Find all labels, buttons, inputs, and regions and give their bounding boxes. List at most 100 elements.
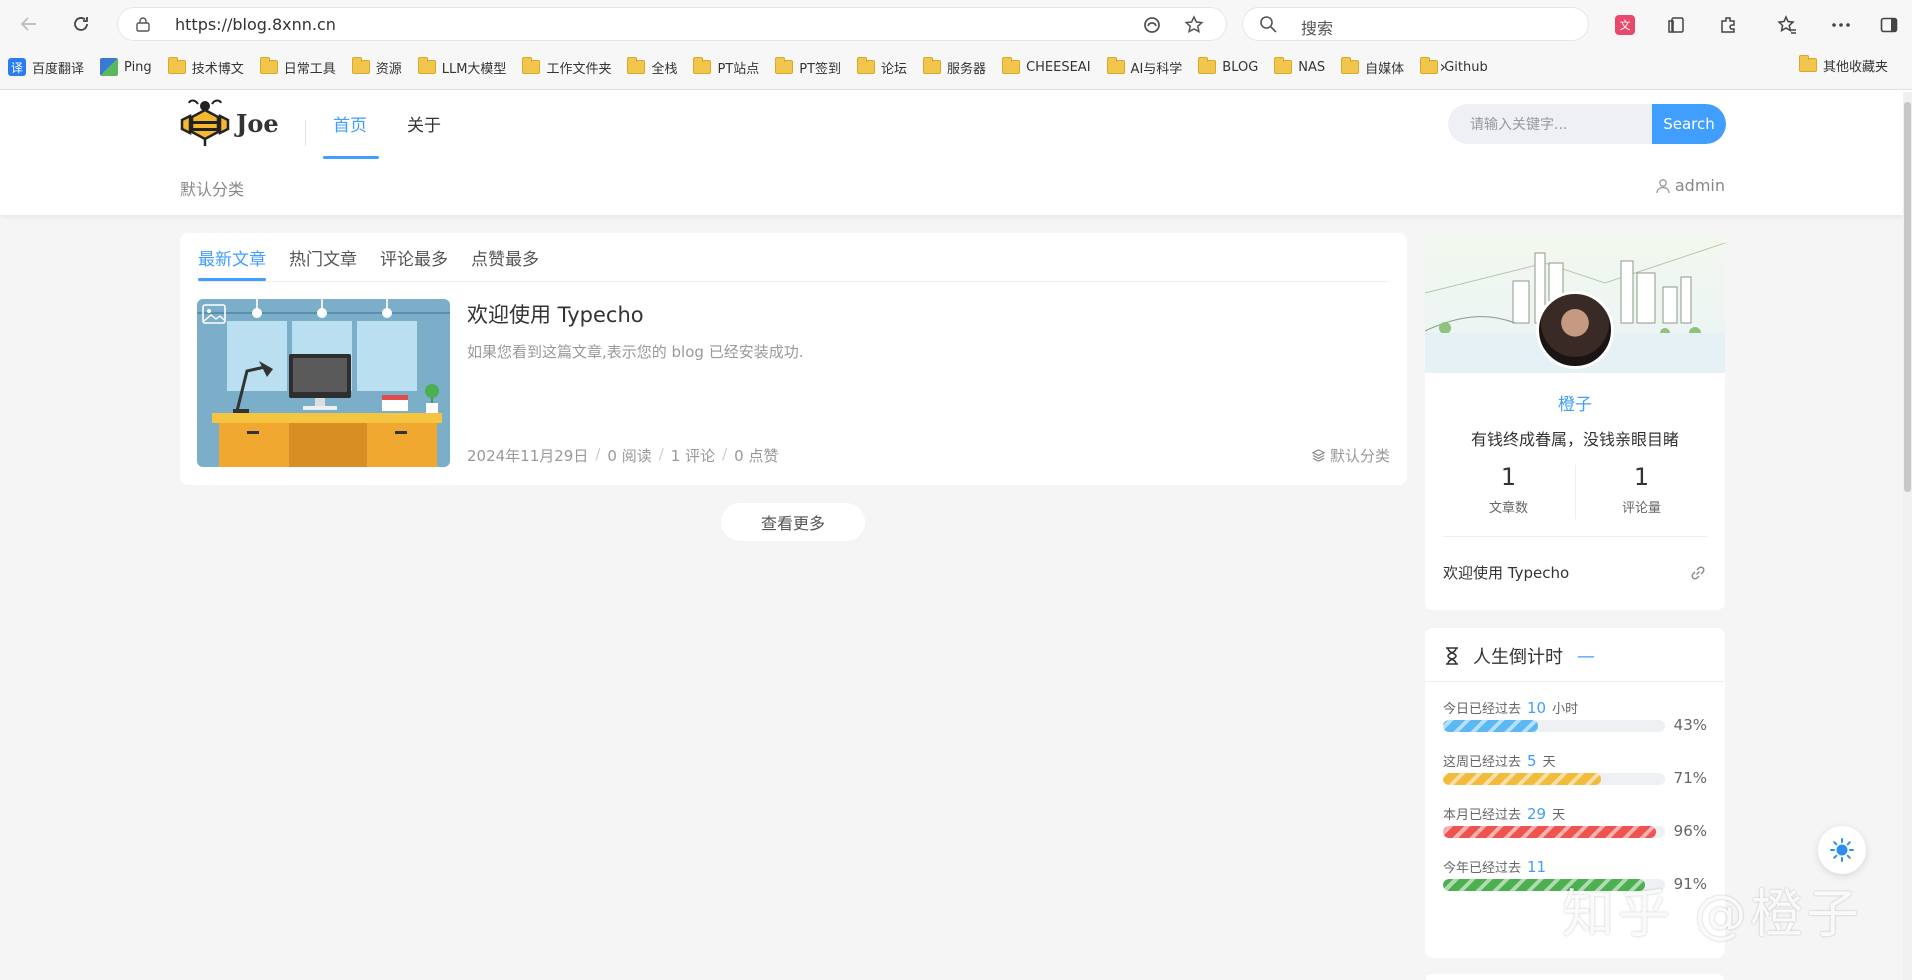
countdown-title: 人生倒计时 xyxy=(1473,647,1563,668)
bee-logo-icon xyxy=(180,99,230,146)
user-icon xyxy=(1656,178,1670,193)
countdown-progress-track xyxy=(1443,720,1665,732)
refresh-icon xyxy=(74,17,88,31)
post-title[interactable]: 欢迎使用 Typecho xyxy=(467,299,644,329)
bookmark-item[interactable]: 全栈 xyxy=(619,54,685,80)
site-header: Joe 首页 关于 请输入关键字... Search 默认分类 admin xyxy=(0,90,1912,215)
page-scrollbar[interactable] xyxy=(1903,92,1912,980)
folder-icon xyxy=(351,57,370,74)
bookmarks-overflow-chevron-icon[interactable]: › xyxy=(1440,57,1446,76)
bookmark-item[interactable]: BLOG xyxy=(1190,54,1266,80)
site-logo[interactable]: Joe xyxy=(180,98,279,148)
tab-latest[interactable]: 最新文章 xyxy=(198,233,266,281)
scrollbar-thumb[interactable] xyxy=(1904,102,1911,492)
site-search-button[interactable]: Search xyxy=(1652,104,1726,144)
bookmark-label: CHEESEAI xyxy=(1026,59,1091,75)
author-name[interactable]: 橙子 xyxy=(1425,390,1725,415)
sidebar-toggle-icon[interactable] xyxy=(1876,12,1902,38)
post-category[interactable]: 默认分类 xyxy=(1311,445,1390,466)
hourglass-icon xyxy=(1446,647,1458,665)
article-list-card: 最新文章 热门文章 评论最多 点赞最多 欢迎使用 Typecho 如果您看到这篇… xyxy=(180,233,1407,485)
favorites-icon[interactable] xyxy=(1774,12,1800,38)
nav-about[interactable]: 关于 xyxy=(407,111,441,136)
bookmark-item[interactable]: CHEESEAI xyxy=(994,54,1098,80)
folder-icon xyxy=(1341,57,1360,74)
countdown-number: 11 xyxy=(1527,858,1547,876)
countdown-progress-track xyxy=(1443,773,1665,785)
nav-home[interactable]: 首页 xyxy=(333,111,367,136)
article-tabs: 最新文章 热门文章 评论最多 点赞最多 xyxy=(198,233,562,281)
admin-link[interactable]: admin xyxy=(1655,176,1725,195)
meta-separator: / xyxy=(595,445,601,463)
bookmark-item[interactable]: NAS xyxy=(1266,54,1333,80)
bookmark-label: 资源 xyxy=(375,61,402,77)
bookmark-label: 服务器 xyxy=(947,61,987,77)
countdown-percent: 43% xyxy=(1673,716,1707,734)
lock-icon xyxy=(136,17,150,32)
refresh-button[interactable] xyxy=(66,10,96,38)
browser-chrome: https://blog.8xnn.cn 搜索 文 译 百度翻译 Ping 技术… xyxy=(0,0,1912,90)
tab-most-likes[interactable]: 点赞最多 xyxy=(471,233,539,281)
folder-icon xyxy=(1274,57,1293,74)
author-avatar[interactable] xyxy=(1536,291,1614,369)
edge-read-icon[interactable] xyxy=(1140,13,1164,37)
site-search: 请输入关键字... Search xyxy=(1448,104,1726,144)
bookmark-label: 工作文件夹 xyxy=(546,61,612,77)
bookmark-item[interactable]: 日常工具 xyxy=(252,54,344,80)
other-bookmarks[interactable]: 其他收藏夹 xyxy=(1799,52,1888,78)
bookmark-item[interactable]: 资源 xyxy=(344,54,410,80)
countdown-collapse-toggle[interactable]: — xyxy=(1577,646,1595,667)
star-favorite-icon[interactable] xyxy=(1182,13,1206,37)
meta-separator: / xyxy=(722,445,728,463)
folder-icon xyxy=(627,57,646,74)
bookmark-item[interactable]: LLM大模型 xyxy=(410,54,515,80)
countdown-unit: 天 xyxy=(1542,755,1556,770)
more-menu-icon[interactable] xyxy=(1828,12,1854,38)
bookmark-item[interactable]: 论坛 xyxy=(849,54,915,80)
bookmark-item[interactable]: AI与科学 xyxy=(1099,54,1191,80)
bookmark-item[interactable]: 技术博文 xyxy=(160,54,252,80)
bookmark-item[interactable]: 服务器 xyxy=(915,54,994,80)
collections-icon[interactable] xyxy=(1664,12,1690,38)
url-text[interactable]: https://blog.8xnn.cn xyxy=(175,15,336,34)
folder-icon xyxy=(775,57,794,74)
tab-hot[interactable]: 热门文章 xyxy=(289,233,357,281)
translate-extension-icon[interactable]: 文 xyxy=(1612,12,1638,38)
bookmark-label: PT站点 xyxy=(717,61,760,77)
load-more-button[interactable]: 查看更多 xyxy=(721,503,865,541)
countdown-percent: 71% xyxy=(1673,769,1707,787)
back-button[interactable] xyxy=(14,10,44,38)
nav-divider xyxy=(305,120,306,146)
site-search-input[interactable]: 请输入关键字... xyxy=(1470,114,1630,134)
post-comments: 1 评论 xyxy=(670,447,716,465)
ping-icon xyxy=(100,58,119,76)
theme-toggle-button[interactable] xyxy=(1818,826,1866,874)
bookmark-item[interactable]: Github xyxy=(1412,54,1496,80)
browser-search-box[interactable]: 搜索 xyxy=(1242,7,1589,41)
bookmark-item[interactable]: 自媒体 xyxy=(1333,54,1412,80)
stat-comments-label: 评论量 xyxy=(1621,501,1661,516)
tab-most-comments[interactable]: 评论最多 xyxy=(380,233,448,281)
post-meta: 2024年11月29日 / 0 阅读 / 1 评论 / 0 点赞 xyxy=(467,445,778,466)
author-motto: 有钱终成眷属，没钱亲眼目睹 xyxy=(1470,430,1679,449)
address-bar[interactable]: https://blog.8xnn.cn xyxy=(117,7,1227,41)
bookmark-label: 论坛 xyxy=(881,61,908,77)
countdown-item: 本月已经过去 29 天 96% xyxy=(1443,804,1707,854)
countdown-number: 5 xyxy=(1527,752,1537,770)
bookmark-item[interactable]: 译百度翻译 xyxy=(0,54,92,80)
bookmark-item[interactable]: PT站点 xyxy=(685,54,767,80)
recent-post-link[interactable]: 欢迎使用 Typecho xyxy=(1443,562,1569,583)
other-bookmarks-label: 其他收藏夹 xyxy=(1823,59,1889,75)
post-thumbnail[interactable] xyxy=(197,299,450,467)
bookmark-item[interactable]: Ping xyxy=(92,54,160,80)
extensions-icon[interactable] xyxy=(1716,12,1742,38)
countdown-divider xyxy=(1425,681,1725,682)
folder-icon xyxy=(1420,57,1439,74)
bookmark-item[interactable]: PT签到 xyxy=(767,54,849,80)
post-date: 2024年11月29日 xyxy=(467,447,589,465)
category-link[interactable]: 默认分类 xyxy=(180,176,244,200)
bookmark-item[interactable]: 工作文件夹 xyxy=(514,54,619,80)
bookmarks-bar: 译百度翻译 Ping 技术博文 日常工具 资源 LLM大模型 工作文件夹 全栈 PT站点 PT签到… xyxy=(0,52,1912,82)
next-widget-card xyxy=(1425,974,1725,980)
countdown-progress-fill xyxy=(1443,773,1601,785)
